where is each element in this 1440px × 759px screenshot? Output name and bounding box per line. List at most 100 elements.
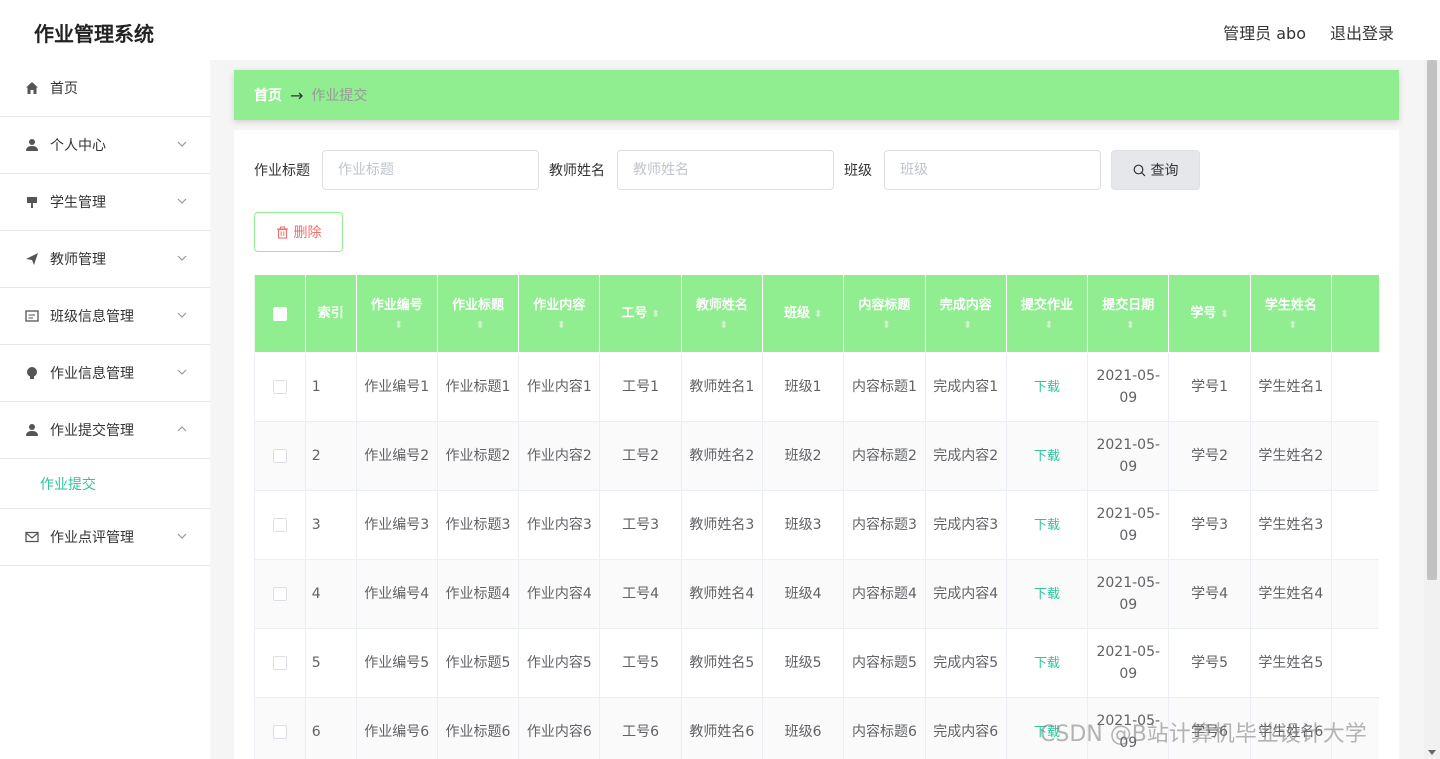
table-cell: 作业编号6 [355, 697, 438, 759]
query-button-label: 查询 [1150, 163, 1179, 179]
home-icon [24, 80, 40, 96]
sort-icon[interactable]: ⬍ [1220, 309, 1228, 320]
column-header[interactable]: 提交作业 ⬍ [1005, 274, 1089, 353]
scrollbar-thumb[interactable] [1427, 60, 1437, 580]
class-search-input[interactable] [884, 150, 1101, 190]
logout-link[interactable]: 退出登录 [1330, 20, 1394, 44]
app-title: 作业管理系统 [34, 22, 154, 46]
table-cell: 作业内容3 [518, 490, 601, 560]
row-checkbox[interactable] [272, 380, 287, 394]
table-cell: 下载 [1005, 352, 1089, 422]
select-all-checkbox[interactable] [272, 306, 287, 321]
table-cell: 学号5 [1168, 628, 1251, 698]
sidebar-item-class-info-management[interactable]: 班级信息管理 [0, 288, 210, 345]
row-checkbox[interactable] [272, 656, 287, 670]
sort-icon[interactable]: ⬍ [651, 309, 659, 320]
sort-icon[interactable]: ⬍ [814, 309, 822, 320]
sort-icon[interactable]: ⬍ [720, 320, 728, 331]
table-cell: 内容标题2 [843, 421, 926, 491]
column-header[interactable]: 作业标题 ⬍ [436, 274, 520, 353]
user-icon [24, 137, 40, 153]
sort-icon[interactable]: ⬍ [1045, 320, 1053, 331]
table-cell: 教师姓名6 [680, 697, 764, 759]
sort-icon[interactable]: ⬍ [882, 320, 890, 331]
table-cell: 工号2 [599, 421, 682, 491]
delete-button[interactable]: 删除 [254, 212, 343, 252]
sort-icon[interactable]: ⬍ [395, 320, 403, 331]
column-header[interactable]: 班级 ⬍ [761, 274, 845, 353]
sort-icon[interactable]: ⬍ [476, 320, 484, 331]
table-cell: 3 [304, 490, 357, 560]
column-header[interactable]: 作业编号 ⬍ [355, 274, 438, 353]
row-actions-cell [1330, 421, 1379, 491]
sidebar-subitem-homework-submit[interactable]: 作业提交 [0, 459, 210, 509]
table-cell: 工号6 [599, 697, 682, 759]
query-button[interactable]: 查询 [1111, 150, 1200, 190]
download-link[interactable]: 下载 [1034, 587, 1060, 602]
teacher-search-input[interactable] [617, 150, 834, 190]
row-select-cell [254, 628, 306, 698]
table-cell: 工号5 [599, 628, 682, 698]
user-icon [24, 422, 40, 438]
table-cell: 内容标题4 [843, 559, 926, 629]
download-link[interactable]: 下载 [1034, 449, 1060, 464]
row-checkbox[interactable] [272, 587, 287, 601]
table-cell: 下载 [1005, 628, 1089, 698]
column-header[interactable]: 提交日期 ⬍ [1087, 274, 1170, 353]
download-link[interactable]: 下载 [1034, 656, 1060, 671]
column-header[interactable]: 作业内容 ⬍ [518, 274, 601, 353]
sidebar-item-label: 作业提交管理 [50, 423, 134, 439]
sort-icon[interactable]: ⬍ [964, 320, 972, 331]
table-cell: 作业编号5 [355, 628, 438, 698]
column-header[interactable]: 学生姓名 ⬍ [1249, 274, 1332, 353]
message-icon [24, 529, 40, 545]
sidebar-item-label: 作业信息管理 [50, 366, 134, 382]
current-user: 管理员 abo [1223, 24, 1306, 43]
sort-icon[interactable]: ⬍ [1126, 320, 1134, 331]
sidebar-item-homework-info-management[interactable]: 作业信息管理 [0, 345, 210, 402]
page-scrollbar[interactable] [1424, 60, 1440, 759]
column-header[interactable]: 学号 ⬍ [1168, 274, 1251, 353]
sidebar-item-label: 首页 [50, 81, 78, 97]
scroll-down-icon[interactable] [1428, 750, 1436, 755]
table-cell: 作业标题6 [436, 697, 520, 759]
sidebar-item-label: 教师管理 [50, 252, 106, 268]
table-cell: 2021-05-09 [1087, 559, 1170, 629]
table-cell: 学生姓名5 [1249, 628, 1332, 698]
column-header[interactable]: 完成内容 ⬍ [924, 274, 1007, 353]
title-search-input[interactable] [322, 150, 539, 190]
sort-icon[interactable]: ⬍ [557, 320, 565, 331]
column-header[interactable]: 教师姓名 ⬍ [680, 274, 764, 353]
column-header[interactable]: 内容标题 ⬍ [843, 274, 926, 353]
download-link[interactable]: 下载 [1034, 380, 1060, 395]
row-checkbox[interactable] [272, 518, 287, 532]
table-cell: 作业标题4 [436, 559, 520, 629]
submission-table: 索引 作业编号 ⬍ 作业标题 ⬍ 作业内容 ⬍ 工号 ⬍ 教师姓名 ⬍ 班级 ⬍ 内容标题 ⬍… [254, 274, 1379, 759]
table-cell: 完成内容4 [924, 559, 1007, 629]
table-cell: 完成内容5 [924, 628, 1007, 698]
table-row: 3 作业编号3 作业标题3 作业内容3 工号3 教师姓名3 班级3 内容标题3 完成内容3 下载 2… [254, 490, 1379, 560]
column-header[interactable]: 工号 ⬍ [599, 274, 682, 353]
download-link[interactable]: 下载 [1034, 518, 1060, 533]
sidebar-item-label: 个人中心 [50, 138, 106, 154]
table-cell: 学号2 [1168, 421, 1251, 491]
sidebar-item-homework-submit-management[interactable]: 作业提交管理 [0, 402, 210, 459]
breadcrumb-home[interactable]: 首页 [254, 85, 282, 105]
sidebar-item-home[interactable]: 首页 [0, 60, 210, 117]
title-search-label: 作业标题 [254, 163, 310, 179]
table-cell: 下载 [1005, 421, 1089, 491]
breadcrumb-current: 作业提交 [311, 88, 368, 104]
table-cell: 教师姓名5 [680, 628, 764, 698]
sidebar-item-personal-center[interactable]: 个人中心 [0, 117, 210, 174]
table-cell: 作业标题5 [436, 628, 520, 698]
table-cell: 学号1 [1168, 352, 1251, 422]
chevron-down-icon [177, 198, 187, 204]
table-cell: 内容标题6 [843, 697, 926, 759]
sidebar-item-homework-review-management[interactable]: 作业点评管理 [0, 509, 210, 566]
row-checkbox[interactable] [272, 449, 287, 463]
sort-icon[interactable]: ⬍ [1289, 320, 1297, 331]
sidebar-item-student-management[interactable]: 学生管理 [0, 174, 210, 231]
row-checkbox[interactable] [272, 725, 287, 739]
table-cell: 5 [304, 628, 357, 698]
sidebar-item-teacher-management[interactable]: 教师管理 [0, 231, 210, 288]
